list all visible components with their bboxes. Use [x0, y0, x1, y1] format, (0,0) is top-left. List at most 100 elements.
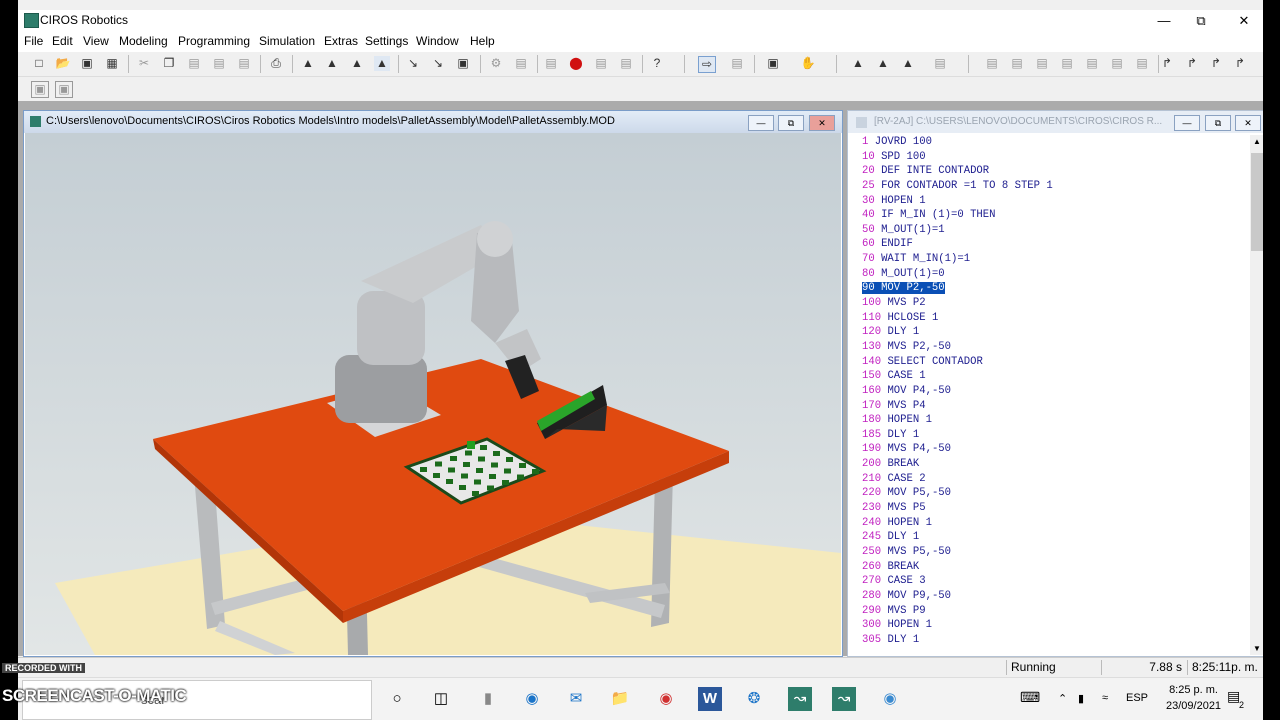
coord-1-icon[interactable]: ↱ [1159, 56, 1175, 71]
task-view-icon[interactable]: ◫ [429, 687, 453, 711]
code-line[interactable]: 305 DLY 1 [862, 633, 1244, 648]
model-close-button[interactable]: ✕ [809, 115, 835, 131]
word-icon[interactable]: W [698, 687, 722, 711]
code-line[interactable]: 40 IF M_IN (1)=0 THEN [862, 208, 1244, 223]
sim-2-icon[interactable]: ▲ [875, 56, 891, 71]
code-line[interactable]: 20 DEF INTE CONTADOR [862, 164, 1244, 179]
code-line[interactable]: 180 HOPEN 1 [862, 413, 1244, 428]
io-1-icon[interactable]: ▤ [984, 56, 1000, 71]
code-line[interactable]: 10 SPD 100 [862, 150, 1244, 165]
code-scrollbar[interactable]: ▲ ▼ [1250, 135, 1263, 655]
code-line[interactable]: 250 MVS P5,-50 [862, 545, 1244, 560]
program-close-button[interactable]: ✕ [1235, 115, 1261, 131]
keyboard-icon[interactable]: ⌨ [1020, 689, 1040, 706]
code-line[interactable]: 290 MVS P9 [862, 604, 1244, 619]
menu-help[interactable]: Help [470, 34, 495, 48]
scroll-up-icon[interactable]: ▲ [1253, 137, 1261, 146]
code-line[interactable]: 300 HOPEN 1 [862, 618, 1244, 633]
copy-icon[interactable]: ❐ [161, 56, 177, 71]
taskbar-clock[interactable]: 8:25 p. m. 23/09/2021 [1166, 682, 1221, 714]
doc-icon[interactable]: ▤ [543, 56, 559, 71]
close-button[interactable]: ✕ [1224, 12, 1263, 30]
menu-window[interactable]: Window [416, 34, 459, 48]
io-4-icon[interactable]: ▤ [1059, 56, 1075, 71]
save-icon[interactable]: ▣ [79, 56, 95, 71]
chrome-icon[interactable]: ◉ [654, 687, 678, 711]
code-line[interactable]: 200 BREAK [862, 457, 1244, 472]
hand-icon[interactable]: ✋ [800, 56, 816, 71]
code-line[interactable]: 210 CASE 2 [862, 472, 1244, 487]
menu-edit[interactable]: Edit [52, 34, 73, 48]
stop-icon[interactable]: ⬤ [568, 56, 584, 71]
robot-tool-4-icon[interactable]: ▲ [374, 56, 390, 71]
code-line[interactable]: 170 MVS P4 [862, 399, 1244, 414]
code-line[interactable]: 70 WAIT M_IN(1)=1 [862, 252, 1244, 267]
io-5-icon[interactable]: ▤ [1084, 56, 1100, 71]
list2-icon[interactable]: ▤ [618, 56, 634, 71]
cortana-icon[interactable]: ○ [385, 687, 409, 711]
scroll-down-icon[interactable]: ▼ [1253, 644, 1261, 653]
menu-modeling[interactable]: Modeling [119, 34, 168, 48]
code-line[interactable]: 120 DLY 1 [862, 325, 1244, 340]
model-restore-button[interactable]: ⧉ [778, 115, 804, 131]
io-6-icon[interactable]: ▤ [1109, 56, 1125, 71]
load-icon[interactable]: ▤ [513, 56, 529, 71]
menu-extras[interactable]: Extras [324, 34, 358, 48]
code-line[interactable]: 90 MOV P2,-50 [862, 281, 1244, 296]
new-file-icon[interactable]: □ [31, 56, 47, 71]
recorder-icon[interactable]: ◉ [878, 687, 902, 711]
menu-file[interactable]: File [24, 34, 43, 48]
ciros-task-2-icon[interactable]: ↝ [832, 687, 856, 711]
code-line[interactable]: 30 HOPEN 1 [862, 194, 1244, 209]
view-1-icon[interactable]: ▣ [31, 81, 49, 98]
compile-icon[interactable]: ⚙ [488, 56, 504, 71]
robot-tool-2-icon[interactable]: ▲ [324, 56, 340, 71]
sim-3-icon[interactable]: ▲ [900, 56, 916, 71]
paste-special-icon[interactable]: ▤ [211, 56, 227, 71]
grid-icon[interactable]: ▤ [729, 56, 745, 71]
io-2-icon[interactable]: ▤ [1009, 56, 1025, 71]
menu-settings[interactable]: Settings [365, 34, 408, 48]
code-scroll-thumb[interactable] [1251, 153, 1263, 251]
3d-scene-viewport[interactable] [25, 133, 841, 655]
menu-view[interactable]: View [83, 34, 109, 48]
code-line[interactable]: 220 MOV P5,-50 [862, 486, 1244, 501]
coord-3-icon[interactable]: ↱ [1208, 56, 1224, 71]
cut-icon[interactable]: ✂ [136, 56, 152, 71]
print-icon[interactable]: ⎙ [268, 56, 284, 71]
context-help-icon[interactable]: ? [649, 56, 665, 71]
axis-1-icon[interactable]: ↘ [405, 56, 421, 71]
code-line[interactable]: 260 BREAK [862, 560, 1244, 575]
save-all-icon[interactable]: ▦ [104, 56, 120, 71]
code-line[interactable]: 130 MVS P2,-50 [862, 340, 1244, 355]
code-line[interactable]: 230 MVS P5 [862, 501, 1244, 516]
robot-tool-1-icon[interactable]: ▲ [300, 56, 316, 71]
code-line[interactable]: 185 DLY 1 [862, 428, 1244, 443]
coord-4-icon[interactable]: ↱ [1232, 56, 1248, 71]
code-line[interactable]: 270 CASE 3 [862, 574, 1244, 589]
code-line[interactable]: 50 M_OUT(1)=1 [862, 223, 1244, 238]
battery-icon[interactable]: ▮ [1078, 692, 1084, 705]
sim-1-icon[interactable]: ▲ [850, 56, 866, 71]
io-7-icon[interactable]: ▤ [1134, 56, 1150, 71]
delete-icon[interactable]: ▤ [236, 56, 252, 71]
code-line[interactable]: 140 SELECT CONTADOR [862, 355, 1244, 370]
code-line[interactable]: 1 JOVRD 100 [862, 135, 1244, 150]
code-line[interactable]: 190 MVS P4,-50 [862, 442, 1244, 457]
program-code[interactable]: 1 JOVRD 100 10 SPD 100 20 DEF INTE CONTADO… [862, 135, 1244, 655]
program-restore-button[interactable]: ⧉ [1205, 115, 1231, 131]
code-line[interactable]: 100 MVS P2 [862, 296, 1244, 311]
wifi-icon[interactable]: ≈ [1102, 692, 1108, 704]
code-line[interactable]: 110 HCLOSE 1 [862, 311, 1244, 326]
io-3-icon[interactable]: ▤ [1034, 56, 1050, 71]
code-line[interactable]: 245 DLY 1 [862, 530, 1244, 545]
app-orb-icon[interactable]: ❂ [742, 687, 766, 711]
code-line[interactable]: 150 CASE 1 [862, 369, 1244, 384]
menu-programming[interactable]: Programming [178, 34, 250, 48]
code-line[interactable]: 160 MOV P4,-50 [862, 384, 1244, 399]
camera-icon[interactable]: ▣ [765, 56, 781, 71]
code-line[interactable]: 60 ENDIF [862, 237, 1244, 252]
usb-icon[interactable]: ▮ [476, 687, 500, 711]
file-explorer-icon[interactable]: 📁 [608, 687, 632, 711]
edge-browser-icon[interactable]: ◉ [520, 687, 544, 711]
